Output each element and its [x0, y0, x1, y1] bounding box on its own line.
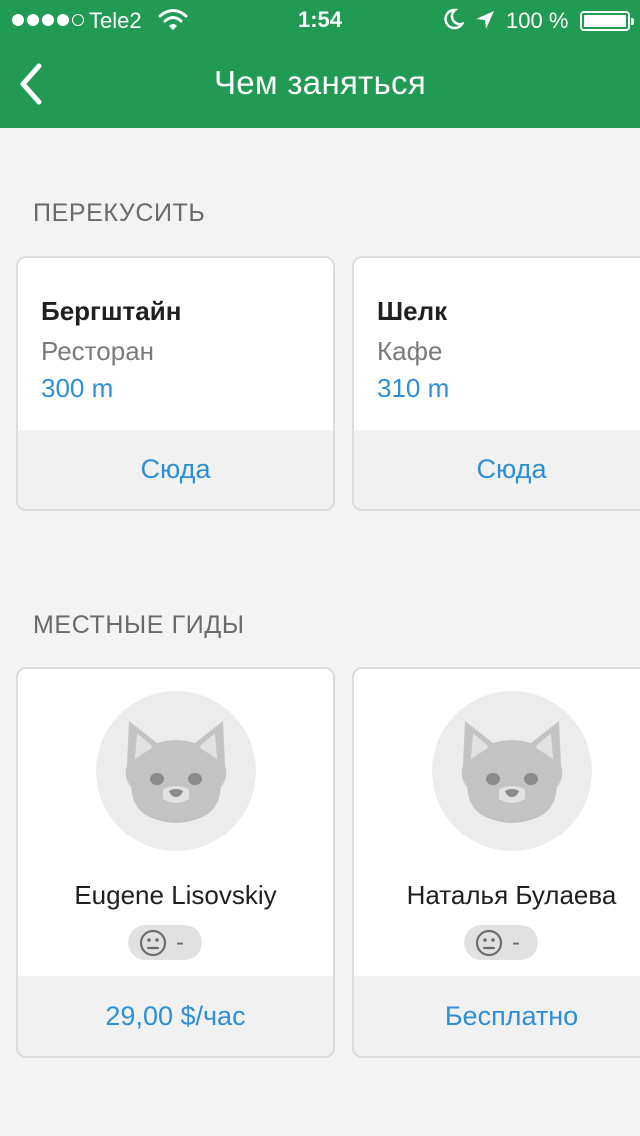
place-card[interactable]: Шелк Кафе 310 m Сюда [352, 256, 640, 511]
place-type: Ресторан [41, 336, 155, 366]
place-name: Шелк [377, 296, 448, 326]
do-not-disturb-moon-icon [444, 8, 464, 30]
battery-percent: 100 % [506, 8, 569, 33]
neutral-face-icon [139, 929, 167, 956]
place-distance: 310 m [377, 373, 450, 403]
rating-badge: - [128, 925, 202, 960]
place-type: Кафе [377, 336, 443, 366]
go-here-button[interactable]: Сюда [354, 430, 640, 509]
rating-value: - [176, 928, 184, 956]
guide-card[interactable]: Наталья Булаева - Бесплатно [352, 667, 640, 1058]
rating-badge: - [464, 925, 538, 960]
place-name: Бергштайн [41, 296, 182, 326]
battery-icon [580, 11, 634, 31]
guide-name: Eugene Lisovskiy [74, 880, 277, 910]
section-title-snacks: ПЕРЕКУСИТЬ [33, 199, 206, 227]
guide-card[interactable]: Eugene Lisovskiy - 29,00 $/час [16, 667, 335, 1058]
location-arrow-icon [476, 11, 494, 29]
neutral-face-icon [475, 929, 503, 956]
page-title: Чем заняться [213, 64, 427, 101]
guide-name: Наталья Булаева [406, 880, 617, 910]
rating-value: - [512, 928, 520, 956]
place-card[interactable]: Бергштайн Ресторан 300 m Сюда [16, 256, 335, 511]
dog-avatar-icon [125, 721, 227, 823]
go-here-button[interactable]: Сюда [18, 430, 333, 509]
place-distance: 300 m [41, 373, 114, 403]
guide-price-button[interactable]: Бесплатно [354, 976, 640, 1056]
avatar [96, 691, 256, 851]
dog-avatar-icon [461, 721, 563, 823]
section-title-guides: МЕСТНЫЕ ГИДЫ [33, 611, 245, 639]
navigation-bar: Чем заняться [0, 40, 640, 128]
status-bar: Tele2 1:54 100 % [0, 0, 640, 40]
top-bar: Tele2 1:54 100 % Чем заняться [0, 0, 640, 128]
avatar [432, 691, 592, 851]
guide-price-button[interactable]: 29,00 $/час [18, 976, 333, 1056]
